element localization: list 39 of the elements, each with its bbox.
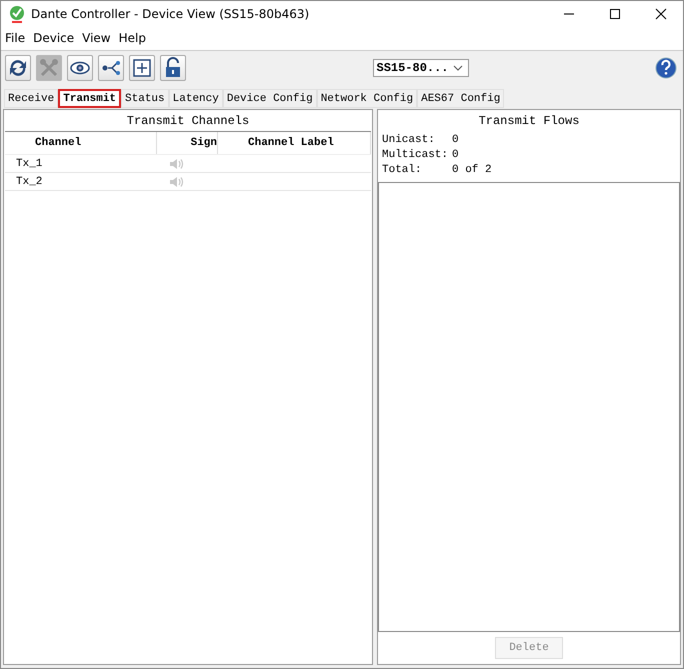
toolbar-button[interactable] — [160, 55, 186, 81]
table-cell-text: Tx_2 — [15, 176, 44, 188]
column-header[interactable]: Sign — [157, 132, 218, 154]
stat-label: Multicast: — [382, 148, 450, 163]
panel-title: Transmit Channels — [126, 113, 250, 130]
app-icon — [9, 4, 25, 22]
tools-icon — [38, 57, 60, 79]
panel-title: Transmit Flows — [478, 113, 580, 130]
stat-value: 0 — [452, 148, 459, 163]
chevron-down-icon — [452, 65, 462, 71]
toolbar-button[interactable] — [129, 55, 155, 81]
column-header[interactable]: Channel Label — [218, 132, 371, 154]
stat-value: 0 of 2 — [452, 163, 492, 178]
menu-item[interactable]: Device — [33, 31, 74, 45]
tab[interactable]: Status — [121, 89, 169, 108]
table-cell-text: Tx_1 — [15, 158, 44, 170]
menu-item[interactable]: File — [5, 31, 26, 45]
refresh-icon — [7, 57, 29, 79]
tab[interactable]: Device Config — [222, 89, 317, 108]
stat-value: 0 — [452, 133, 459, 148]
tab[interactable]: AES67 Config — [417, 89, 504, 108]
menu-item[interactable]: View — [82, 31, 111, 45]
window-title: Dante Controller - Device View (SS15-80b463) — [31, 6, 310, 20]
tab[interactable]: Transmit — [58, 89, 122, 108]
menu-item[interactable]: Help — [118, 31, 146, 45]
stat-label: Unicast: — [382, 133, 436, 148]
plus-box-icon — [131, 57, 153, 79]
toolbar-button[interactable] — [5, 55, 31, 81]
device-dropdown[interactable]: SS15-80... — [372, 59, 468, 77]
tab[interactable]: Latency — [168, 89, 223, 108]
toolbar-button[interactable] — [98, 55, 124, 81]
help-icon[interactable] — [655, 57, 677, 79]
stat-label: Total: — [382, 163, 423, 178]
tab[interactable]: Network Config — [316, 89, 418, 108]
maximize-icon[interactable] — [609, 8, 621, 20]
column-header[interactable]: Channel — [5, 132, 157, 154]
close-icon[interactable] — [655, 8, 667, 20]
tab[interactable]: Receive — [4, 89, 58, 108]
toolbar-button[interactable] — [67, 55, 93, 81]
